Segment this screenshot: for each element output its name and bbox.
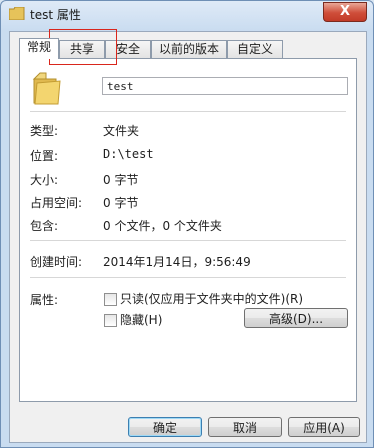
dialog-client: 常规 共享 安全 以前的版本 自定义 test 类型: 文件夹 位置: D:\t… (9, 31, 367, 443)
contains-label: 包含: (30, 219, 59, 233)
tab-customize[interactable]: 自定义 (227, 40, 283, 58)
hidden-checkbox[interactable] (104, 314, 117, 327)
properties-window: test 属性 X 常规 共享 安全 以前的版本 自定义 test 类型: 文件… (0, 0, 374, 448)
close-button[interactable]: X (323, 2, 367, 22)
folder-name-input[interactable]: test (102, 77, 348, 95)
advanced-button[interactable]: 高级(D)... (244, 308, 348, 328)
cancel-button[interactable]: 取消 (208, 417, 282, 437)
location-label: 位置: (30, 149, 59, 163)
size-value: 0 字节 (103, 173, 139, 187)
location-value: D:\test (103, 147, 154, 161)
attributes-label: 属性: (30, 293, 59, 307)
annotation-highlight-box (49, 29, 117, 65)
window-title: test 属性 (30, 8, 81, 22)
tab-previous-versions[interactable]: 以前的版本 (151, 40, 227, 58)
created-value: 2014年1月14日，9:56:49 (103, 255, 251, 269)
size-on-disk-value: 0 字节 (103, 196, 139, 210)
separator (30, 277, 346, 278)
apply-button[interactable]: 应用(A) (288, 417, 360, 437)
readonly-checkbox[interactable] (104, 293, 117, 306)
separator (30, 240, 346, 241)
general-panel: test 类型: 文件夹 位置: D:\test 大小: 0 字节 占用空间: … (19, 58, 357, 402)
type-label: 类型: (30, 124, 59, 138)
readonly-label[interactable]: 只读(仅应用于文件夹中的文件)(R) (120, 290, 303, 307)
folder-icon (9, 7, 25, 20)
tab-general[interactable]: 常规 (19, 38, 59, 59)
title-bar[interactable]: test 属性 X (1, 1, 373, 27)
type-value: 文件夹 (103, 124, 140, 138)
hidden-label[interactable]: 隐藏(H) (120, 311, 162, 328)
separator (30, 111, 346, 112)
folder-large-icon (32, 72, 61, 105)
ok-button[interactable]: 确定 (128, 417, 202, 437)
size-label: 大小: (30, 173, 59, 187)
created-label: 创建时间: (30, 255, 83, 269)
size-on-disk-label: 占用空间: (30, 196, 83, 210)
contains-value: 0 个文件，0 个文件夹 (103, 219, 222, 233)
